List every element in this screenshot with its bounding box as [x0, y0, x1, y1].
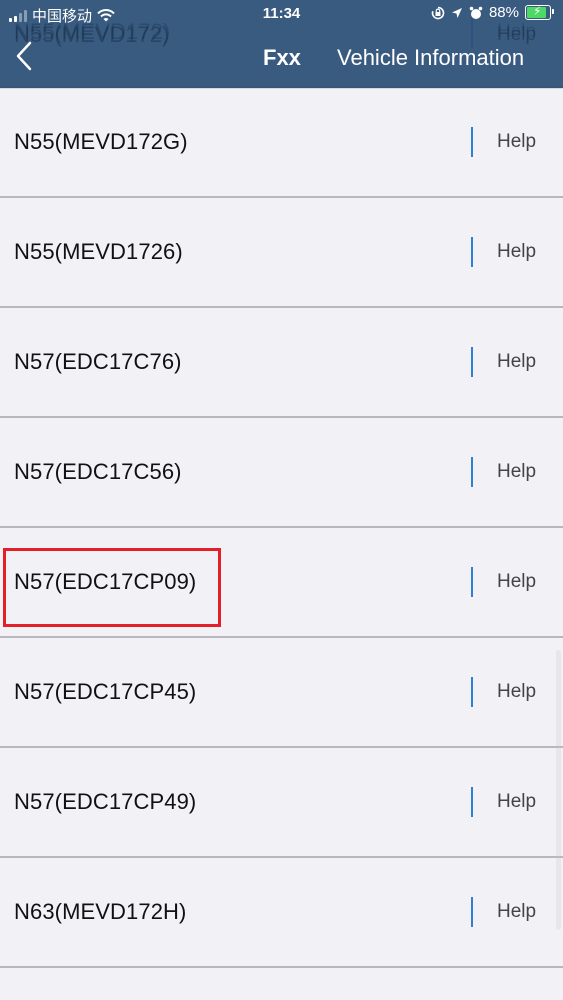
divider — [471, 897, 473, 927]
help-button[interactable]: Help — [497, 351, 536, 373]
nav-bar: 中国移动 11:34 88% ⚡ N55(MEVD172) Help Fxx V… — [0, 0, 563, 89]
nav-title-primary: Fxx — [263, 45, 301, 70]
divider — [471, 127, 473, 157]
battery-percent: 88% — [488, 4, 519, 21]
divider — [471, 237, 473, 267]
help-button[interactable]: Help — [497, 791, 536, 813]
scrolled-help-ghost: Help — [497, 24, 537, 45]
list-item[interactable]: N55(MEVD172G) Help — [0, 88, 563, 198]
divider — [471, 677, 473, 707]
ecu-name: N57(EDC17CP49) — [14, 789, 197, 814]
ecu-name: N57(EDC17C56) — [14, 459, 182, 484]
status-right: 88% ⚡ — [431, 4, 554, 21]
ecu-name: N55(MEVD1726) — [14, 239, 183, 264]
list-item[interactable]: N55(MEVD1726) Help — [0, 198, 563, 308]
ecu-name: N57(EDC17C76) — [14, 349, 182, 374]
list-item[interactable]: N57(EDC17C56) Help — [0, 418, 563, 528]
location-icon — [451, 7, 462, 18]
list-item[interactable]: N57(EDC17CP45) Help — [0, 638, 563, 748]
ecu-name: N57(EDC17CP45) — [14, 679, 197, 704]
help-button[interactable]: Help — [497, 241, 536, 263]
highlight-box — [3, 548, 221, 627]
scrollbar[interactable] — [556, 650, 561, 930]
chevron-left-icon — [16, 41, 32, 71]
help-button[interactable]: Help — [497, 131, 536, 153]
ecu-list: N55(MEVD172) Help N55(MEVD172G) Help N55… — [0, 0, 563, 968]
alarm-icon — [469, 6, 483, 19]
back-button[interactable] — [14, 40, 38, 72]
divider — [471, 347, 473, 377]
divider — [471, 567, 473, 597]
help-button[interactable]: Help — [497, 571, 536, 593]
list-item[interactable]: N57(EDC17C76) Help — [0, 308, 563, 418]
help-button[interactable]: Help — [497, 681, 536, 703]
battery-charging-icon: ⚡ — [525, 4, 554, 20]
divider — [471, 787, 473, 817]
list-item[interactable]: N63(MEVD172H) Help — [0, 858, 563, 968]
ecu-name: N55(MEVD172G) — [14, 129, 188, 154]
orientation-lock-icon — [431, 6, 445, 19]
divider — [471, 457, 473, 487]
nav-title-secondary: Vehicle Information — [337, 45, 525, 70]
help-button[interactable]: Help — [497, 461, 536, 483]
list-item[interactable]: N57(EDC17CP49) Help — [0, 748, 563, 858]
ecu-name: N63(MEVD172H) — [14, 899, 187, 924]
help-button[interactable]: Help — [497, 901, 536, 923]
